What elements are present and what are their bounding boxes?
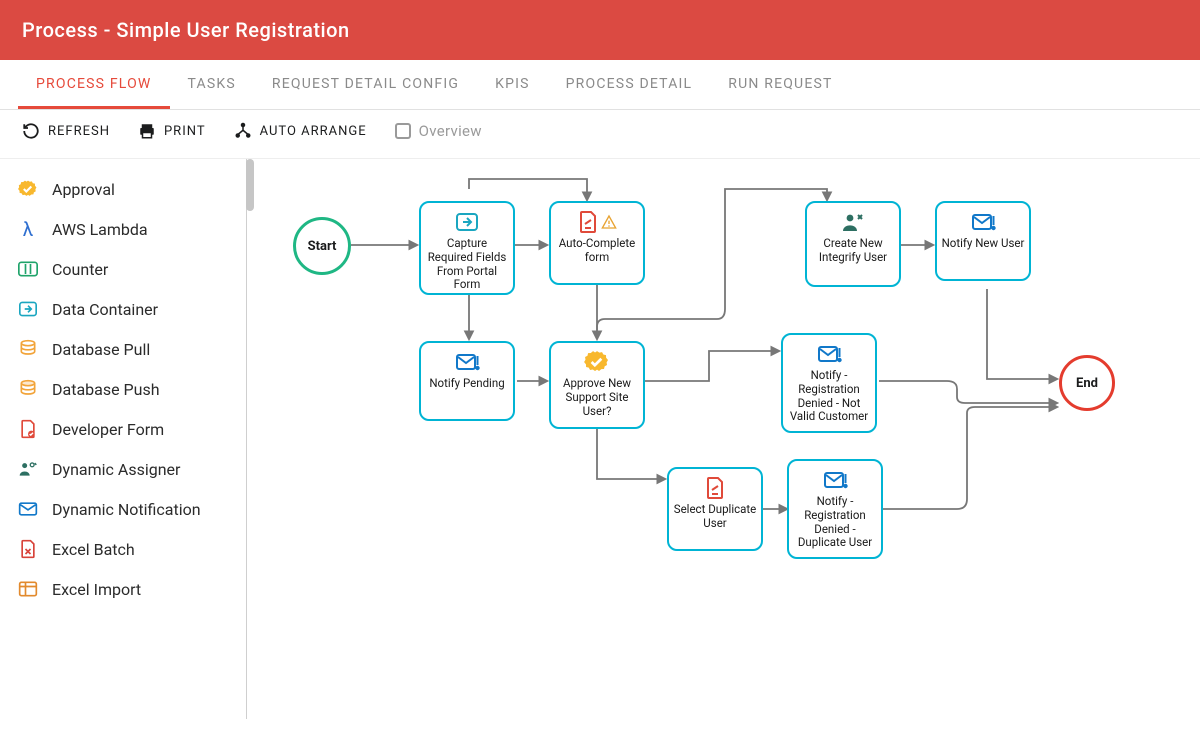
node-label: Select Duplicate User: [673, 503, 757, 531]
dev-form-icon: [673, 475, 757, 501]
flow-node-create[interactable]: Create New Integrify User: [805, 201, 901, 287]
overview-checkbox-icon: [395, 123, 411, 139]
toolbar: REFRESH PRINT AUTO ARRANGE Overview: [0, 110, 1200, 159]
flow-node-notifynew[interactable]: Notify New User: [935, 201, 1031, 281]
container-icon: [425, 209, 509, 235]
tab-run-request[interactable]: RUN REQUEST: [710, 60, 850, 109]
flow-node-selectdup[interactable]: Select Duplicate User: [667, 467, 763, 551]
sidebar-item-label: Database Push: [52, 380, 160, 399]
sidebar-item-label: Data Container: [52, 300, 158, 319]
auto-arrange-icon: [234, 122, 252, 140]
notification-icon: [941, 209, 1025, 235]
db-pull-icon: [18, 339, 38, 359]
main-area: Approval λ AWS Lambda Counter Data Conta…: [0, 159, 1200, 719]
tab-process-flow[interactable]: PROCESS FLOW: [18, 60, 170, 109]
auto-arrange-button[interactable]: AUTO ARRANGE: [234, 122, 367, 140]
dev-form-icon: [555, 209, 639, 235]
sidebar-item-dynamic-notification[interactable]: Dynamic Notification: [0, 489, 246, 529]
sidebar-item-label: Excel Import: [52, 580, 141, 599]
flow-start-node[interactable]: Start: [293, 217, 351, 275]
excel-batch-icon: [18, 539, 38, 559]
notification-icon: [793, 467, 877, 493]
node-label: Notify - Registration Denied - Duplicate…: [793, 495, 877, 550]
tab-process-detail[interactable]: PROCESS DETAIL: [548, 60, 711, 109]
sidebar-item-developer-form[interactable]: Developer Form: [0, 409, 246, 449]
print-button[interactable]: PRINT: [138, 122, 206, 140]
auto-arrange-label: AUTO ARRANGE: [260, 124, 367, 139]
tabs-row: PROCESS FLOW TASKS REQUEST DETAIL CONFIG…: [0, 60, 1200, 110]
warning-icon: [601, 214, 617, 230]
container-icon: [18, 299, 38, 319]
sidebar-item-data-container[interactable]: Data Container: [0, 289, 246, 329]
sidebar-item-label: Excel Batch: [52, 540, 135, 559]
assigner-icon: [811, 209, 895, 235]
flow-canvas[interactable]: Start Capture Required Fields From Porta…: [247, 159, 1200, 719]
overview-label: Overview: [419, 122, 482, 140]
approval-icon: [18, 179, 38, 199]
sidebar-item-aws-lambda[interactable]: λ AWS Lambda: [0, 209, 246, 249]
sidebar-item-label: AWS Lambda: [52, 220, 148, 239]
node-label: Create New Integrify User: [811, 237, 895, 265]
flow-node-pending[interactable]: Notify Pending: [419, 341, 515, 421]
task-palette: Approval λ AWS Lambda Counter Data Conta…: [0, 159, 247, 719]
sidebar-item-dynamic-assigner[interactable]: Dynamic Assigner: [0, 449, 246, 489]
print-label: PRINT: [164, 124, 206, 139]
notification-icon: [18, 499, 38, 519]
tab-tasks[interactable]: TASKS: [170, 60, 254, 109]
refresh-label: REFRESH: [48, 124, 110, 139]
node-label: Notify Pending: [425, 377, 509, 391]
tab-kpis[interactable]: KPIS: [477, 60, 548, 109]
refresh-button[interactable]: REFRESH: [22, 122, 110, 140]
flow-connectors: [247, 159, 1200, 719]
excel-import-icon: [18, 579, 38, 599]
node-label: Capture Required Fields From Portal Form: [425, 237, 509, 292]
flow-node-denied[interactable]: Notify - Registration Denied - Not Valid…: [781, 333, 877, 433]
sidebar-item-excel-import[interactable]: Excel Import: [0, 569, 246, 609]
notification-icon: [787, 341, 871, 367]
node-label: Notify - Registration Denied - Not Valid…: [787, 369, 871, 424]
dev-form-icon: [18, 419, 38, 439]
overview-toggle[interactable]: Overview: [395, 122, 482, 140]
sidebar-item-label: Dynamic Assigner: [52, 460, 180, 479]
start-label: Start: [308, 239, 337, 254]
header-bar: Process - Simple User Registration: [0, 0, 1200, 60]
sidebar-item-counter[interactable]: Counter: [0, 249, 246, 289]
assigner-icon: [18, 459, 38, 479]
approval-icon: [555, 349, 639, 375]
sidebar-item-database-push[interactable]: Database Push: [0, 369, 246, 409]
flow-end-node[interactable]: End: [1059, 355, 1115, 411]
tab-request-detail[interactable]: REQUEST DETAIL CONFIG: [254, 60, 477, 109]
node-label: Notify New User: [941, 237, 1025, 251]
flow-node-approve[interactable]: Approve New Support Site User?: [549, 341, 645, 429]
page-title: Process - Simple User Registration: [22, 18, 1178, 42]
print-icon: [138, 122, 156, 140]
db-push-icon: [18, 379, 38, 399]
end-label: End: [1076, 376, 1098, 391]
counter-icon: [18, 259, 38, 279]
node-label: Approve New Support Site User?: [555, 377, 639, 418]
sidebar-item-approval[interactable]: Approval: [0, 169, 246, 209]
node-label: Auto-Complete form: [555, 237, 639, 265]
sidebar-item-excel-batch[interactable]: Excel Batch: [0, 529, 246, 569]
sidebar-item-label: Counter: [52, 260, 108, 279]
sidebar-item-database-pull[interactable]: Database Pull: [0, 329, 246, 369]
sidebar-item-label: Database Pull: [52, 340, 150, 359]
flow-node-dupnotify[interactable]: Notify - Registration Denied - Duplicate…: [787, 459, 883, 559]
refresh-icon: [22, 122, 40, 140]
notification-icon: [425, 349, 509, 375]
sidebar-item-label: Dynamic Notification: [52, 500, 201, 519]
lambda-icon: λ: [18, 219, 38, 239]
flow-node-autoform[interactable]: Auto-Complete form: [549, 201, 645, 285]
sidebar-item-label: Approval: [52, 180, 115, 199]
flow-node-capture[interactable]: Capture Required Fields From Portal Form: [419, 201, 515, 295]
sidebar-item-label: Developer Form: [52, 420, 164, 439]
